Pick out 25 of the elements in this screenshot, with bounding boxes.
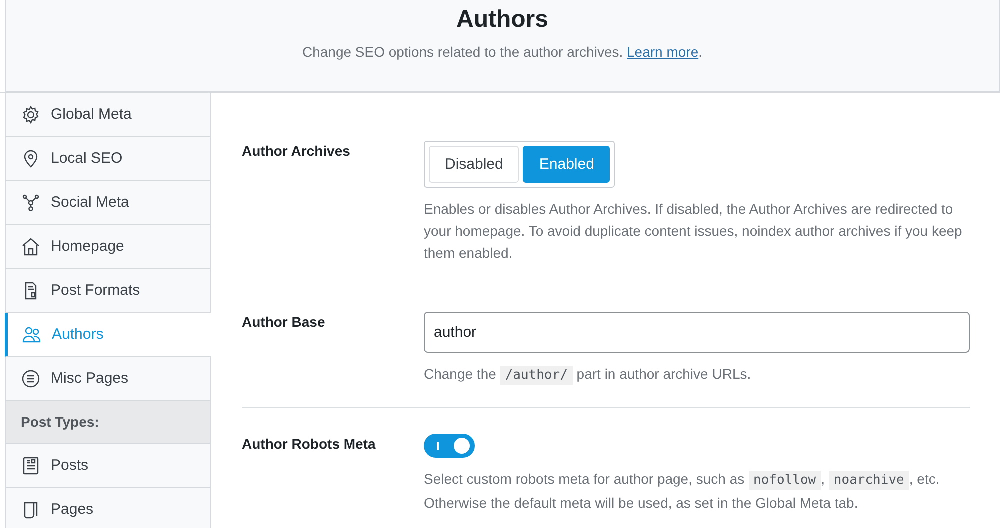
sidebar-item[interactable]: Posts <box>6 444 210 488</box>
setting-description: Select custom robots meta for author page, such as nofollow , noarchive , etc. Otherwise the default meta will be used, as set in the Global Meta tab. <box>424 470 941 513</box>
users-icon <box>22 324 42 344</box>
gear-icon <box>21 104 41 124</box>
segment-button[interactable]: Disabled <box>429 146 520 183</box>
sidebar-item[interactable]: Pages <box>6 488 210 528</box>
setting-label: Author Base <box>242 313 326 332</box>
sidebar-item[interactable]: Local SEO <box>6 137 210 181</box>
setting-description: Change the /author/ part in author archive URLs. <box>424 365 752 387</box>
sidebar-section-heading: Post Types: <box>6 401 210 444</box>
setting-label: Author Robots Meta <box>242 435 377 454</box>
toggle-switch[interactable] <box>424 434 475 458</box>
list-circle-icon <box>21 368 41 388</box>
sidebar-item[interactable]: Social Meta <box>6 181 210 225</box>
setting-description: Enables or disables Author Archives. If disabled, the Author Archives are redirected to your homepage. To avoid duplicate content issues, noindex author archives if you keep them enabled. <box>424 200 964 263</box>
author-base-field[interactable]: author <box>424 312 970 353</box>
network-icon <box>21 192 41 212</box>
page-title: Authors <box>456 5 550 34</box>
setting-label: Author Archives <box>242 142 352 161</box>
house-icon <box>21 236 41 256</box>
sidebar-item[interactable]: Homepage <box>6 225 210 269</box>
learn-more-link[interactable]: Learn more <box>627 44 699 60</box>
sidebar-item[interactable]: Global Meta <box>6 93 210 137</box>
posts-icon <box>21 456 41 476</box>
page-subtitle: Change SEO options related to the author archives. Learn more. <box>301 44 704 60</box>
